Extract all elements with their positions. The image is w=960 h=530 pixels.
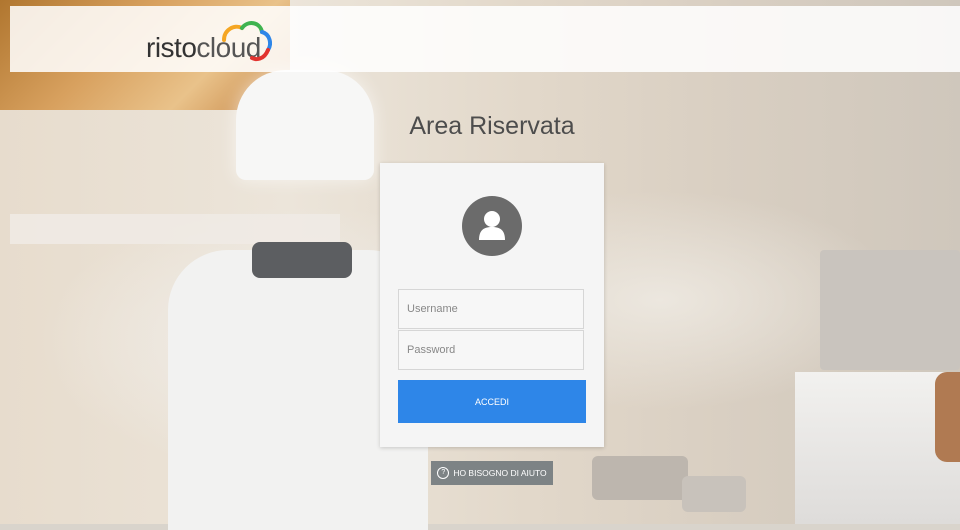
- password-field[interactable]: [398, 330, 584, 370]
- background-shelf: [10, 214, 340, 244]
- login-card: ACCEDI: [380, 163, 604, 447]
- help-button-label: HO BISOGNO DI AIUTO: [453, 468, 547, 478]
- page-title: Area Riservata: [409, 112, 575, 140]
- question-circle-icon: ?: [437, 467, 450, 479]
- login-button[interactable]: ACCEDI: [398, 380, 586, 423]
- background-corner-face: [935, 372, 960, 462]
- background-pot: [592, 456, 688, 500]
- ristocloud-logo[interactable]: ristocloud: [146, 18, 276, 63]
- background-pot: [682, 476, 746, 512]
- help-button[interactable]: ? HO BISOGNO DI AIUTO: [431, 461, 553, 485]
- header-bar: ristocloud: [10, 6, 960, 72]
- username-field[interactable]: [398, 289, 584, 329]
- background-chef-collar: [252, 242, 352, 278]
- background-stove: [820, 250, 960, 370]
- cloud-icon: [222, 21, 272, 61]
- user-icon: [462, 196, 522, 256]
- background-chef-hat: [236, 70, 374, 180]
